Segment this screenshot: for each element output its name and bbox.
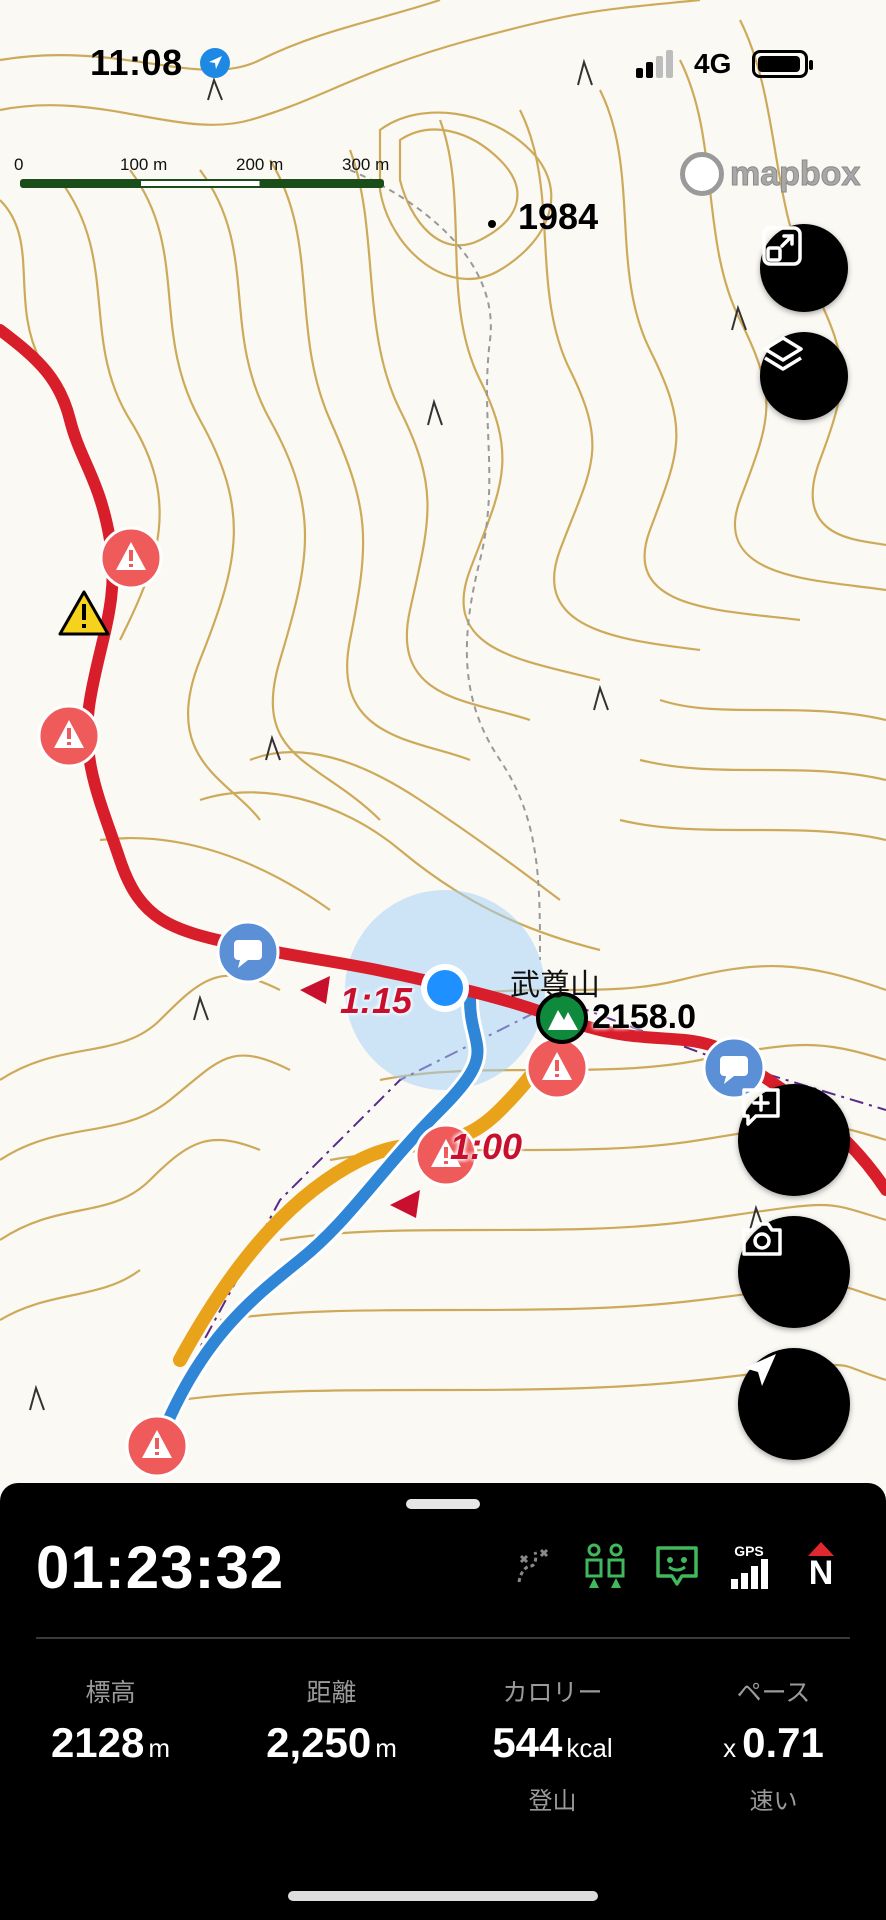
fit-bounds-button[interactable]: [760, 224, 848, 312]
scale-label: 300 m: [342, 155, 390, 174]
stat-sub: 登山: [528, 1788, 577, 1815]
add-note-icon: [742, 1088, 780, 1126]
stat-calories: カロリー 544 kcal 登山: [442, 1673, 663, 1815]
stat-sub: [0, 1781, 221, 1811]
status-bar: 11:08 4G: [0, 0, 886, 120]
scale-bar: 0 100 m 200 m 300 m: [14, 155, 394, 195]
direction-arrow-icon: [390, 1190, 420, 1218]
segment-time-label: 1:15: [340, 980, 413, 1021]
stat-unit: m: [148, 1733, 171, 1763]
stats-row: 標高 2128 m 距離 2,250 m カロリー 544 kcal 登山 ペース x…: [0, 1673, 886, 1815]
stat-label: カロリー: [502, 1679, 603, 1707]
layers-icon: [763, 336, 803, 371]
comment-marker-icon[interactable]: [216, 920, 280, 984]
summit-elevation-label: 2158.0: [592, 998, 696, 1036]
gps-signal-icon: GPS: [724, 1541, 774, 1591]
location-arrow-icon: [200, 48, 230, 78]
hazard-marker-icon[interactable]: [37, 704, 101, 768]
peak-spot-icon: [488, 220, 496, 228]
scale-bar-graphic: [20, 179, 384, 188]
message-icon[interactable]: [652, 1541, 702, 1591]
scale-label: 100 m: [120, 155, 168, 174]
direction-arrow-icon: [300, 976, 330, 1004]
home-indicator[interactable]: [288, 1891, 598, 1901]
fit-bounds-icon: [762, 226, 802, 266]
network-type: 4G: [694, 48, 732, 79]
hazard-marker-icon[interactable]: [99, 526, 163, 590]
mapbox-logo: mapbox: [680, 152, 861, 196]
stat-sub: 速い: [749, 1788, 798, 1815]
scale-label: 0: [14, 155, 24, 174]
caution-sign-icon: [58, 590, 110, 636]
stat-unit: m: [375, 1733, 397, 1763]
stat-prefix: x: [723, 1733, 737, 1763]
divider: [36, 1637, 850, 1639]
stat-value: 544: [492, 1719, 563, 1766]
north-label: N: [808, 1554, 834, 1592]
spot-elevation-label: 1984: [518, 196, 599, 237]
topographic-map[interactable]: 11:08 4G 0 100 m 200 m 300 m mapbox 1984…: [0, 0, 886, 1500]
companion-icon[interactable]: [580, 1541, 630, 1591]
off-route-icon[interactable]: [508, 1541, 558, 1591]
contour-lines: [0, 0, 886, 1402]
stat-distance: 距離 2,250 m: [221, 1673, 442, 1811]
scale-label: 200 m: [236, 155, 284, 174]
stat-unit: kcal: [566, 1733, 613, 1763]
status-icon-row: GPS N: [508, 1541, 846, 1591]
drag-handle[interactable]: [406, 1499, 480, 1509]
layers-button[interactable]: [760, 332, 848, 420]
current-location-icon: [421, 964, 469, 1012]
camera-button[interactable]: [738, 1216, 850, 1328]
camera-icon: [742, 1222, 782, 1256]
hazard-marker-icon[interactable]: [525, 1036, 589, 1100]
mapbox-mark-icon: [680, 152, 724, 196]
battery-icon: [752, 50, 813, 78]
north-compass-icon[interactable]: N: [796, 1541, 846, 1591]
locate-me-button[interactable]: [738, 1348, 850, 1460]
stat-value: 0.71: [742, 1719, 824, 1766]
mapbox-wordmark: mapbox: [729, 154, 861, 193]
activity-panel[interactable]: 01:23:32 GPS N 標高 2128 m 距離 2,250 m カロリー…: [0, 1483, 886, 1920]
hazard-marker-icon[interactable]: [125, 1414, 189, 1478]
gps-label: GPS: [734, 1543, 764, 1559]
stat-label: 標高: [85, 1679, 136, 1707]
navigation-arrow-icon: [744, 1354, 776, 1386]
stat-label: 距離: [306, 1679, 357, 1707]
dashed-trail: [349, 169, 541, 961]
elapsed-time: 01:23:32: [36, 1534, 285, 1601]
stat-value: 2,250: [266, 1719, 372, 1766]
stat-value: 2128: [50, 1719, 145, 1766]
segment-time-label: 1:00: [450, 1126, 523, 1167]
stat-pace: ペース x 0.71 速い: [663, 1673, 884, 1815]
add-note-button[interactable]: [738, 1084, 850, 1196]
clock: 11:08: [90, 42, 183, 83]
stat-label: ペース: [736, 1679, 811, 1707]
stat-sub: [221, 1781, 442, 1811]
summit-name-label: 武尊山: [510, 969, 600, 1002]
stat-elevation: 標高 2128 m: [0, 1673, 221, 1811]
